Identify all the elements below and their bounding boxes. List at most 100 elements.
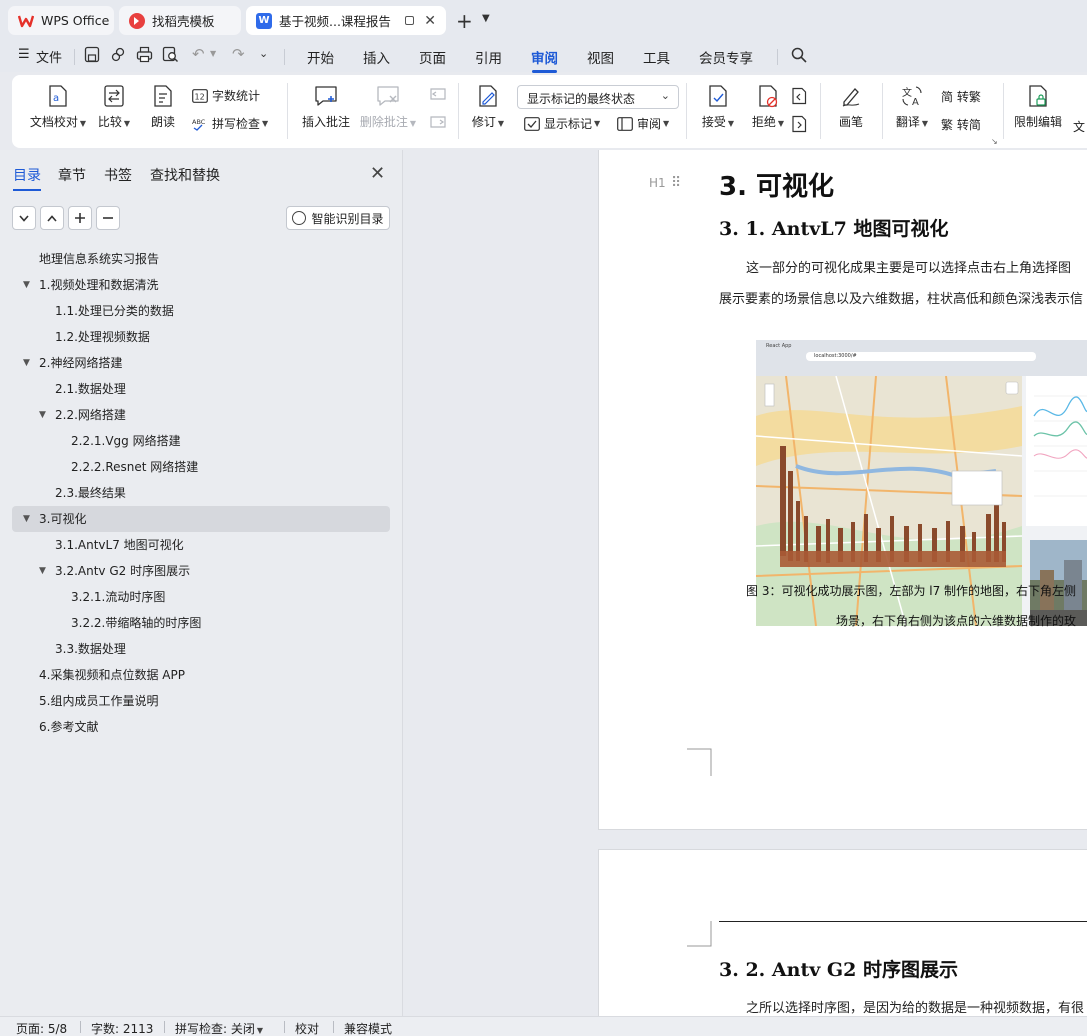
tab-docer-templates[interactable]: 找稻壳模板 <box>119 6 241 35</box>
move-up-button[interactable] <box>40 206 64 230</box>
menu-tools[interactable]: 工具 <box>643 47 670 67</box>
document-page[interactable]: H1 ⠿ 3. 可视化 3. 1. AntvL7 地图可视化 这一部分的可视化成… <box>598 150 1087 830</box>
chevron-down-icon[interactable]: ▼ <box>482 13 490 24</box>
more-chevron-icon[interactable]: ⌄ <box>259 47 268 60</box>
save-icon[interactable] <box>84 46 100 66</box>
toc-item-label: 3.2.1.流动时序图 <box>71 590 166 604</box>
toc-item[interactable]: 5.组内成员工作量说明 <box>12 688 390 714</box>
toc-item-label: 2.神经网络搭建 <box>39 356 123 370</box>
proofread-status[interactable]: 校对 <box>295 1020 319 1036</box>
translate-button[interactable]: 文A 翻译 ▼ <box>882 84 942 130</box>
spell-check-icon: ABC <box>192 118 206 131</box>
browser-toolbar: React App localhost:3000/# <box>756 340 1087 376</box>
expand-arrow-icon[interactable]: ▼ <box>23 272 30 298</box>
monitor-icon[interactable] <box>404 16 415 25</box>
close-icon[interactable]: ✕ <box>370 163 385 184</box>
toc-item[interactable]: 6.参考文献 <box>12 714 390 740</box>
toc-item[interactable]: ▼ 2.神经网络搭建 <box>12 350 390 376</box>
share-link-icon[interactable] <box>110 46 126 66</box>
drag-handle-icon[interactable]: ⠿ <box>671 175 681 191</box>
previous-revision-icon[interactable] <box>790 87 808 108</box>
tab-label: 基于视频...课程报告 <box>279 14 391 29</box>
expand-arrow-icon[interactable]: ▼ <box>23 506 30 532</box>
tab-document[interactable]: W 基于视频...课程报告 ✕ <box>246 6 446 35</box>
toc-item[interactable]: 4.采集视频和点位数据 APP <box>12 662 390 688</box>
tab-find-replace[interactable]: 查找和替换 <box>150 165 220 185</box>
svg-text:文: 文 <box>902 86 912 99</box>
restrict-edit-button[interactable]: 限制编辑 <box>1008 84 1068 130</box>
toc-item[interactable]: 3.2.1.流动时序图 <box>12 584 390 610</box>
dialog-launcher-icon[interactable]: ↘ <box>991 137 998 146</box>
toc-item[interactable]: 2.3.最终结果 <box>12 480 390 506</box>
toc-item[interactable]: ▼ 1.视频处理和数据清洗 <box>12 272 390 298</box>
delete-comment-button[interactable]: 删除批注 ▼ <box>356 84 420 130</box>
collapse-down-button[interactable] <box>12 206 36 230</box>
toc-item[interactable]: ▼ 2.2.网络搭建 <box>12 402 390 428</box>
doc-permission-button[interactable]: 文 <box>1073 118 1085 135</box>
smart-toc-button[interactable]: 智能识别目录 <box>286 206 390 230</box>
read-aloud-button[interactable]: 朗读 <box>132 84 194 130</box>
undo-icon[interactable]: ↶ <box>192 45 205 63</box>
markup-state-select[interactable]: 显示标记的最终状态 ⌄ <box>517 85 679 109</box>
toc-item[interactable]: ▼ 3.可视化 <box>12 506 390 532</box>
remove-heading-button[interactable] <box>96 206 120 230</box>
search-icon[interactable] <box>791 47 807 66</box>
insert-comment-button[interactable]: 插入批注 <box>294 84 358 130</box>
document-page[interactable]: 3. 2. Antv G2 时序图展示 之所以选择时序图，是因为给的数据是一种视… <box>598 849 1087 1016</box>
toc-item[interactable]: 1.2.处理视频数据 <box>12 324 390 350</box>
reject-button[interactable]: 拒绝 ▼ <box>740 84 796 130</box>
toc-item[interactable]: 1.1.处理已分类的数据 <box>12 298 390 324</box>
menu-file[interactable]: 文件 <box>36 47 62 66</box>
next-revision-icon[interactable] <box>790 115 808 136</box>
tab-wps-office[interactable]: WPS Office <box>8 6 114 35</box>
menu-insert[interactable]: 插入 <box>363 47 390 67</box>
expand-arrow-icon[interactable]: ▼ <box>23 350 30 376</box>
toc-item[interactable]: 2.2.1.Vgg 网络搭建 <box>12 428 390 454</box>
tab-sections[interactable]: 章节 <box>58 165 86 185</box>
accept-label: 接受 ▼ <box>701 115 735 129</box>
next-comment-icon[interactable] <box>428 115 448 134</box>
word-count-button[interactable]: 12 字数统计 <box>192 87 260 104</box>
toc-item[interactable]: 3.3.数据处理 <box>12 636 390 662</box>
figure-caption: 图 3：可视化成功展示图，左部为 l7 制作的地图，右下角左侧 <box>746 584 1077 598</box>
to-simplified-button[interactable]: 繁 转简 <box>941 116 981 133</box>
print-icon[interactable] <box>136 46 153 66</box>
to-traditional-button[interactable]: 简 转繁 <box>941 88 981 105</box>
page-indicator[interactable]: 页面: 5/8 <box>16 1020 67 1036</box>
chevron-down-icon[interactable]: ▼ <box>210 49 216 58</box>
new-tab-icon[interactable]: + <box>456 9 473 33</box>
spell-check-status[interactable]: 拼写检查: 关闭 ▼ <box>175 1020 263 1036</box>
previous-comment-icon[interactable] <box>428 87 448 106</box>
print-preview-icon[interactable] <box>162 46 179 66</box>
expand-arrow-icon[interactable]: ▼ <box>39 558 46 584</box>
show-markup-button[interactable]: 显示标记 ▼ <box>524 115 600 132</box>
menu-view[interactable]: 视图 <box>587 47 614 67</box>
track-changes-button[interactable]: 修订 ▼ <box>458 84 518 130</box>
tab-bookmarks[interactable]: 书签 <box>104 165 132 185</box>
spell-check-button[interactable]: ABC 拼写检查 ▼ <box>192 115 268 132</box>
accept-button[interactable]: 接受 ▼ <box>690 84 746 130</box>
toc-item[interactable]: 2.2.2.Resnet 网络搭建 <box>12 454 390 480</box>
close-icon[interactable]: ✕ <box>424 13 436 29</box>
hamburger-icon[interactable]: ☰ <box>18 47 30 62</box>
pen-button[interactable]: 画笔 <box>820 84 882 130</box>
word-count-indicator[interactable]: 字数: 2113 <box>91 1020 153 1036</box>
tab-label: 找稻壳模板 <box>152 14 215 29</box>
review-pane-button[interactable]: 审阅 ▼ <box>617 115 669 132</box>
toc-item[interactable]: ▼ 3.2.Antv G2 时序图展示 <box>12 558 390 584</box>
menu-member[interactable]: 会员专享 <box>699 47 753 67</box>
menu-home[interactable]: 开始 <box>307 47 334 67</box>
toc-item[interactable]: 地理信息系统实习报告 <box>12 246 390 272</box>
toc-item[interactable]: 3.1.AntvL7 地图可视化 <box>12 532 390 558</box>
doc-check-button[interactable]: a 文档校对 ▼ <box>26 84 90 130</box>
toc-item[interactable]: 3.2.2.带缩略轴的时序图 <box>12 610 390 636</box>
tab-toc[interactable]: 目录 <box>13 165 41 191</box>
redo-icon[interactable]: ↷ <box>232 45 245 63</box>
menu-review[interactable]: 审阅 <box>531 47 558 73</box>
menu-page[interactable]: 页面 <box>419 47 446 67</box>
add-heading-button[interactable] <box>68 206 92 230</box>
toc-item[interactable]: 2.1.数据处理 <box>12 376 390 402</box>
expand-arrow-icon[interactable]: ▼ <box>39 402 46 428</box>
plus-icon <box>75 213 85 223</box>
menu-references[interactable]: 引用 <box>475 47 502 67</box>
